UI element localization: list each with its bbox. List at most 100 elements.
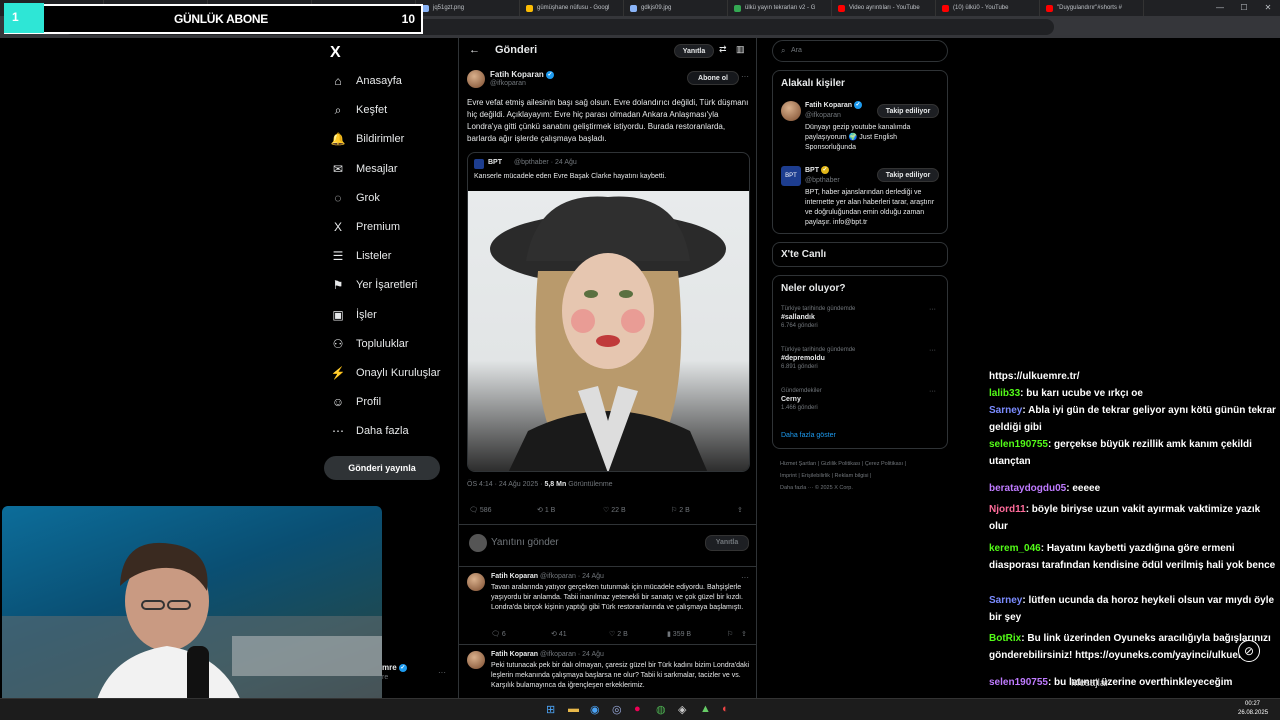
show-more-link[interactable]: Daha fazla göster [781,432,836,439]
person-name[interactable]: BPT ✓ [805,166,829,174]
browser-tab[interactable]: "Duygulandırır"#shorts # [1040,0,1144,16]
footer-link[interactable]: Erişilebilirlik [801,473,830,479]
repost-action[interactable]: ⟲ 1 B [537,506,555,514]
more-options-icon[interactable]: ··· [741,72,749,81]
footer-link[interactable]: Imprint [780,473,797,479]
browser-tab[interactable]: gdkjs09.jpg [624,0,728,16]
trend-item[interactable]: Gündemdekiler Cerny 1.466 gönderi [781,388,822,411]
reply-action[interactable]: 🗨 586 [469,506,492,514]
quote-photo[interactable] [468,191,749,471]
footer-link[interactable]: Reklam bilgisi [835,473,869,479]
settings-sliders-icon[interactable]: ⇄ [719,44,727,55]
compose-message-icon[interactable]: ⊘ [1238,640,1260,662]
account-menu-icon[interactable]: ··· [438,668,446,677]
windows-start-icon[interactable]: ⊞ [546,703,555,716]
sidebar-item-listeler[interactable]: ☰ Listeler [330,245,392,267]
subscribe-button[interactable]: Abone ol [687,71,739,85]
repost-action[interactable]: ⟲ 41 [551,630,567,638]
like-action[interactable]: ♡ 22 B [603,506,626,514]
views-action[interactable]: ▮ 359 B [667,630,691,638]
sidebar-item-anasayfa[interactable]: ⌂ Anasayfa [330,70,402,92]
app-icon[interactable]: ◐ [722,703,729,715]
maximize-icon[interactable]: ☐ [1232,0,1256,16]
more-options-icon[interactable]: ··· [929,388,936,395]
avatar[interactable] [467,573,485,591]
reader-view-icon[interactable]: ▥ [736,44,745,55]
sidebar-item-onayl-kurulu-lar[interactable]: ⚡ Onaylı Kuruluşlar [330,362,441,384]
search-input[interactable]: ⌕ Ara [772,40,948,62]
author-handle[interactable]: @ifkoparan [490,80,526,87]
sidebar-item-ke-fet[interactable]: ⌕ Keşfet [330,99,388,121]
app-icon[interactable]: ▲ [700,703,711,715]
browser-tab[interactable]: Video ayrıntıları - YouTube [832,0,936,16]
account-name-partial[interactable]: mre ✓ [382,663,407,672]
live-card[interactable]: X'te Canlı [772,242,948,267]
author-name[interactable]: Fatih Koparan ✓ [490,70,555,79]
sidebar-item-mesajlar[interactable]: ✉ Mesajlar [330,158,398,180]
share-icon[interactable]: ⇪ [737,506,743,514]
person-handle[interactable]: @bpthaber [805,177,840,184]
post-button[interactable]: Gönderi yayınla [324,456,440,480]
footer-link[interactable]: Gizlilik Politikası [821,461,860,467]
chat-username[interactable]: kerem_046 [989,543,1041,554]
chat-username[interactable]: BotRix [989,633,1021,644]
edge-icon[interactable]: ◉ [590,703,600,716]
like-action[interactable]: ♡ 2 B [609,630,628,638]
sidebar-item-daha-fazla[interactable]: ⋯ Daha fazla [330,420,409,442]
file-explorer-icon[interactable]: ▬ [568,703,579,715]
browser-tab[interactable]: ülkü yayın tekrarları v2 - G [728,0,832,16]
chat-username[interactable]: berataydogdu05 [989,483,1066,494]
reply-submit-button[interactable]: Yanıtla [705,535,749,551]
app-icon[interactable]: ◈ [678,703,686,716]
steam-icon[interactable]: ◎ [612,703,622,716]
trend-item[interactable]: Türkiye tarihinde gündemde #sallandık 6.76… [781,306,855,329]
browser-tab[interactable]: (10) ülkü0 - YouTube [936,0,1040,16]
browser-tab[interactable]: jq51gzt.png [416,0,520,16]
share-icon[interactable]: ⇪ [741,630,747,638]
following-button[interactable]: Takip ediliyor [877,104,939,118]
quoted-post[interactable]: BPT @bpthaber · 24 Ağu Kanserle mücadele… [467,152,750,472]
x-logo-icon[interactable]: X [330,44,341,62]
clock-date[interactable]: 26.08.2025 [1238,710,1268,716]
clock-time[interactable]: 00:27 [1245,701,1260,707]
chat-username[interactable]: Njord11 [989,504,1026,515]
messages-drawer-label[interactable]: Mesajlar [1071,678,1109,689]
chat-username[interactable]: Sarney [989,595,1022,606]
chat-username[interactable]: selen190755 [989,439,1048,450]
chat-username[interactable]: lalib33 [989,388,1020,399]
avatar[interactable] [467,651,485,669]
bpt-logo-icon[interactable]: BPT [781,166,801,186]
bookmark-action[interactable]: ⚐ 2 B [671,506,690,514]
minimize-icon[interactable]: — [1208,0,1232,16]
following-button[interactable]: Takip ediliyor [877,168,939,182]
sidebar-item-topluluklar[interactable]: ⚇ Topluluklar [330,333,409,355]
sidebar-item-profil[interactable]: ☺ Profil [330,391,381,413]
chat-username[interactable]: Sarney [989,405,1022,416]
reply-action[interactable]: 🗨 6 [491,630,506,638]
back-arrow-icon[interactable]: ← [469,44,480,56]
sidebar-item-grok[interactable]: ◌ Grok [330,187,379,209]
reply-chip-button[interactable]: Yanıtla [674,44,714,58]
more-options-icon[interactable]: ··· [929,306,936,313]
footer-link[interactable]: Çerez Politikası [865,461,903,467]
reply-input[interactable]: Yanıtını gönder [491,537,559,548]
chat-username[interactable]: selen190755 [989,677,1048,688]
footer-link[interactable]: Daha fazla ··· [780,485,813,491]
person-handle[interactable]: @ifkoparan [805,112,841,119]
avatar[interactable] [781,101,801,121]
bookmark-icon[interactable]: ⚐ [727,630,733,638]
sidebar-item-yer-i-aretleri[interactable]: ⚑ Yer İşaretleri [330,274,418,296]
avatar[interactable] [467,70,485,88]
browser-tab[interactable]: gümüşhane nüfusu - Googl [520,0,624,16]
more-options-icon[interactable]: ··· [929,347,936,354]
sidebar-item-bildirimler[interactable]: 🔔 Bildirimler [330,128,405,150]
sidebar-item-premium[interactable]: X Premium [330,216,400,238]
trend-item[interactable]: Türkiye tarihinde gündemde #depremoldu 6.8… [781,347,855,370]
obs-icon[interactable]: ● [634,703,641,715]
close-icon[interactable]: ✕ [1256,0,1280,16]
sidebar-item-i-ler[interactable]: ▣ İşler [330,304,376,326]
footer-link[interactable]: Hizmet Şartları [780,461,816,467]
person-name[interactable]: Fatih Koparan ✓ [805,101,863,109]
more-options-icon[interactable]: ··· [741,573,749,582]
chrome-icon[interactable]: ◍ [656,703,666,716]
